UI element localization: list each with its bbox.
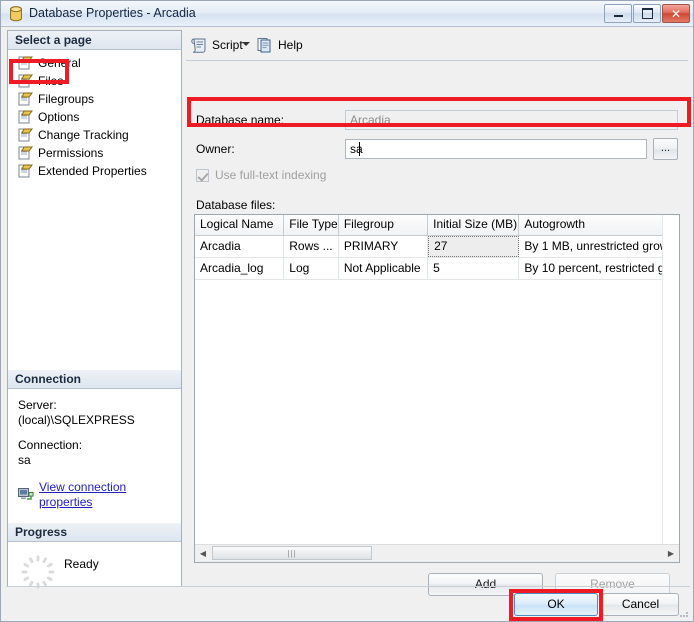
sidebar-item-options[interactable]: Options xyxy=(18,108,181,126)
cell-file-type[interactable]: Log xyxy=(284,258,339,279)
page-icon xyxy=(18,128,33,142)
maximize-icon xyxy=(634,5,660,22)
help-button[interactable]: Help xyxy=(257,35,303,55)
resize-grip[interactable] xyxy=(678,607,690,619)
help-book-icon xyxy=(257,37,274,53)
view-connection-properties-row[interactable]: View connection properties xyxy=(18,480,171,510)
view-connection-properties-link[interactable]: View connection properties xyxy=(39,480,171,510)
sidebar-item-filegroups[interactable]: Filegroups xyxy=(18,90,181,108)
fulltext-indexing-row: Use full-text indexing xyxy=(196,168,326,182)
ok-button[interactable]: OK xyxy=(514,593,598,616)
page-icon xyxy=(18,164,33,178)
script-icon xyxy=(191,37,208,53)
sidebar-item-label: Change Tracking xyxy=(38,128,129,142)
cancel-button[interactable]: Cancel xyxy=(602,593,679,616)
owner-input[interactable]: sa xyxy=(345,139,647,159)
fulltext-checkbox xyxy=(196,168,209,182)
database-name-field: Arcadia xyxy=(345,110,678,130)
sidebar-item-label: Extended Properties xyxy=(38,164,147,178)
connection-header: Connection xyxy=(8,370,181,389)
database-icon xyxy=(9,6,23,22)
grid-horizontal-scrollbar[interactable]: ◀ ||| ▶ xyxy=(195,544,679,562)
sidebar-item-label: Options xyxy=(38,110,80,124)
right-pane: Script Help Database name: Arcadia Owner… xyxy=(186,30,688,596)
close-button[interactable]: ✕ xyxy=(662,4,690,23)
chevron-down-icon[interactable] xyxy=(242,42,250,46)
window-title: Database Properties - Arcadia xyxy=(29,6,196,20)
cell-autogrowth[interactable]: By 1 MB, unrestricted growth xyxy=(519,236,679,257)
column-header-logical-name[interactable]: Logical Name xyxy=(195,215,285,235)
scrollbar-thumb[interactable]: ||| xyxy=(212,546,372,560)
database-properties-dialog: Database Properties - Arcadia ✕ Select a… xyxy=(0,0,694,622)
sidebar-item-label: Files xyxy=(38,74,64,88)
column-header-autogrowth[interactable]: Autogrowth xyxy=(519,215,679,235)
column-header-file-type[interactable]: File Type xyxy=(284,215,339,235)
toolbar: Script Help xyxy=(186,30,688,61)
cell-logical-name[interactable]: Arcadia_log xyxy=(195,258,285,279)
database-files-label: Database files: xyxy=(196,198,276,212)
progress-body: Ready xyxy=(8,542,181,602)
server-label: Server: xyxy=(18,398,57,412)
progress-section: Progress Ready xyxy=(8,523,181,602)
cell-filegroup[interactable]: Not Applicable xyxy=(339,258,429,279)
fulltext-label: Use full-text indexing xyxy=(215,168,327,182)
column-header-filegroup[interactable]: Filegroup xyxy=(339,215,429,235)
grid-header-row: Logical Name File Type Filegroup Initial… xyxy=(195,215,679,236)
sidebar-item-extended-properties[interactable]: Extended Properties xyxy=(18,162,181,180)
sidebar-item-label: General xyxy=(38,56,81,70)
close-icon: ✕ xyxy=(670,6,682,21)
progress-status: Ready xyxy=(64,557,99,571)
page-icon xyxy=(18,92,33,106)
maximize-button[interactable] xyxy=(633,4,661,23)
sidebar-item-label: Filegroups xyxy=(38,92,95,106)
owner-browse-button[interactable]: ... xyxy=(653,138,678,160)
connection-body: Server: (local)\SQLEXPRESS Connection: s… xyxy=(8,389,181,510)
database-name-label: Database name: xyxy=(196,113,285,127)
sidebar-item-general[interactable]: General xyxy=(18,54,181,72)
minimize-button[interactable] xyxy=(604,4,632,23)
page-icon xyxy=(18,146,33,160)
footer-divider xyxy=(6,586,690,587)
owner-value: sa xyxy=(350,142,363,156)
cell-file-type[interactable]: Rows ... xyxy=(284,236,339,257)
sidebar-item-change-tracking[interactable]: Change Tracking xyxy=(18,126,181,144)
page-icon xyxy=(18,56,33,70)
page-icon xyxy=(18,74,33,88)
page-list: General Files Filegroups Options Change … xyxy=(8,50,181,180)
sidebar-item-permissions[interactable]: Permissions xyxy=(18,144,181,162)
database-files-grid[interactable]: Logical Name File Type Filegroup Initial… xyxy=(194,214,680,563)
script-label: Script xyxy=(212,38,243,52)
table-row[interactable]: Arcadia Rows ... PRIMARY 27 By 1 MB, unr… xyxy=(195,236,679,258)
select-a-page-header: Select a page xyxy=(8,31,181,50)
help-label: Help xyxy=(278,38,303,52)
sidebar-item-label: Permissions xyxy=(38,146,104,160)
sidebar-item-files[interactable]: Files xyxy=(18,72,181,90)
progress-header: Progress xyxy=(8,523,181,542)
cell-autogrowth[interactable]: By 10 percent, restricted growth t xyxy=(519,258,679,279)
grid-right-strip xyxy=(662,215,679,547)
cell-initial-size[interactable]: 27 xyxy=(428,236,520,257)
connection-section: Connection Server: (local)\SQLEXPRESS Co… xyxy=(8,370,181,510)
title-bar: Database Properties - Arcadia ✕ xyxy=(1,1,693,27)
owner-label: Owner: xyxy=(196,142,235,156)
connection-label: Connection: xyxy=(18,438,83,452)
text-caret xyxy=(359,142,360,156)
triangle-right-icon[interactable]: ▶ xyxy=(663,545,679,561)
server-connection-icon xyxy=(18,488,34,502)
page-icon xyxy=(18,110,33,124)
table-row[interactable]: Arcadia_log Log Not Applicable 5 By 10 p… xyxy=(195,258,679,280)
cell-filegroup[interactable]: PRIMARY xyxy=(339,236,429,257)
script-button[interactable]: Script xyxy=(191,35,243,55)
column-header-initial-size[interactable]: Initial Size (MB) xyxy=(428,215,520,235)
cell-initial-size[interactable]: 5 xyxy=(428,258,520,279)
left-pane: Select a page General Files Filegroups O… xyxy=(7,30,182,589)
cell-logical-name[interactable]: Arcadia xyxy=(195,236,285,257)
connection-value: sa xyxy=(18,453,31,467)
files-page-content: Database name: Arcadia Owner: sa ... Use… xyxy=(186,61,688,596)
server-value: (local)\SQLEXPRESS xyxy=(18,413,135,427)
minimize-icon xyxy=(605,5,631,22)
triangle-left-icon[interactable]: ◀ xyxy=(195,545,211,561)
loading-spinner-icon xyxy=(20,554,56,590)
